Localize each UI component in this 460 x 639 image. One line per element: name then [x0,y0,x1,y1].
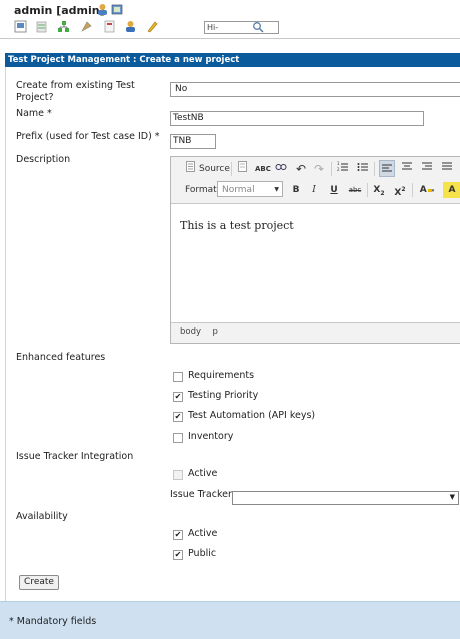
subscript-icon[interactable]: X2 [372,182,386,198]
chevron-down-icon: ▼ [274,186,279,193]
search-input[interactable]: Hi- [204,21,279,34]
toolbar-separator [231,162,232,176]
issue-tracker-active-checkbox[interactable] [173,470,183,480]
redo-icon[interactable]: ↷ [313,161,325,177]
align-right-icon[interactable] [421,161,433,177]
editor-toolbar-row-2: Format Normal ▼ B I U abc X2 X2 A ▾ A [171,180,460,200]
requirements-checkbox[interactable] [173,372,183,382]
editor-element-path: body p [180,327,218,337]
create-from-label: Create from existing Test Project? [16,80,135,103]
italic-icon[interactable]: I [309,182,319,198]
align-center-icon[interactable] [401,161,413,177]
logout-icon[interactable] [111,3,124,16]
format-label: Format [185,185,217,195]
create-button[interactable]: Create [19,575,59,590]
editor-content-text: This is a test project [180,219,294,232]
test-automation-checkbox[interactable]: ✔ [173,412,183,422]
inventory-label: Inventory [188,431,234,442]
text-color-icon[interactable]: A ▾ [417,182,437,198]
name-label: Name * [16,108,52,119]
name-field[interactable]: TestNB [170,111,424,126]
issue-tracker-label: Issue Tracker [170,489,232,500]
users-icon[interactable] [124,20,137,33]
underline-icon[interactable]: U [329,182,339,198]
editor-content-area[interactable]: This is a test project [171,203,460,323]
toolbar-separator [412,183,413,197]
enhanced-features-label: Enhanced features [16,352,106,363]
testing-priority-checkbox[interactable]: ✔ [173,392,183,402]
bulleted-list-icon[interactable] [357,161,369,177]
search-icon[interactable] [252,21,265,34]
issue-tracker-select[interactable]: ▼ [232,491,459,505]
templates-icon[interactable] [237,161,247,177]
format-select-value: Normal [222,185,255,195]
align-justify-icon[interactable] [441,161,453,177]
svg-text:2: 2 [337,167,340,172]
source-icon[interactable] [185,161,195,177]
footer: * Mandatory fields [0,601,460,639]
availability-active-label: Active [188,528,218,539]
availability-active-checkbox[interactable]: ✔ [173,530,183,540]
find-icon[interactable] [275,161,287,177]
chevron-down-icon: ▼ [449,493,455,501]
requirements-label: Requirements [188,370,255,381]
numbered-list-icon[interactable]: 12 [337,161,349,177]
toolbar-separator [367,183,368,197]
description-editor: Source ABC ↶ ↷ 12 Format Normal ▼ B I U … [170,156,460,344]
test-automation-label: Test Automation (API keys) [188,410,316,421]
strikethrough-icon[interactable]: abc [348,182,362,198]
source-button[interactable]: Source [199,161,230,177]
testing-priority-label: Testing Priority [188,390,259,401]
prefix-label: Prefix (used for Test case ID) * [16,131,160,142]
path-body[interactable]: body [180,327,201,337]
mandatory-fields-note: * Mandatory fields [9,616,97,627]
background-color-icon[interactable]: A [443,182,460,198]
availability-label: Availability [16,511,68,522]
prefix-field[interactable]: TNB [170,134,216,149]
svg-text:1: 1 [337,161,340,166]
spellcheck-icon[interactable]: ABC [255,161,271,177]
toolbar-separator [331,162,332,176]
desktop-icon[interactable] [14,20,27,33]
user-profile-icon[interactable] [96,3,109,16]
test-execution-icon[interactable] [103,20,116,33]
bold-icon[interactable]: B [291,182,301,198]
description-label: Description [16,154,71,165]
issue-tracker-integration-label: Issue Tracker Integration [16,451,134,462]
format-select[interactable]: Normal ▼ [217,181,283,197]
user-label: admin [admin] [14,4,105,17]
test-specification-icon[interactable] [57,20,70,33]
issue-tracker-active-label: Active [188,468,218,479]
requirements-icon[interactable] [35,20,48,33]
path-p[interactable]: p [212,327,217,337]
top-header: admin [admin] Hi- [0,0,460,38]
test-plan-icon[interactable] [80,20,93,33]
page-title: Test Project Management : Create a new p… [5,53,460,67]
inventory-checkbox[interactable] [173,433,183,443]
editor-toolbar-row-1: Source ABC ↶ ↷ 12 [171,159,460,179]
toolbar-separator [374,162,375,176]
header-divider [0,38,460,39]
superscript-icon[interactable]: X2 [393,182,407,198]
public-label: Public [188,548,217,559]
create-from-select[interactable]: No [170,82,460,97]
events-icon[interactable] [146,20,159,33]
public-checkbox[interactable]: ✔ [173,550,183,560]
align-left-icon[interactable] [379,160,395,177]
undo-icon[interactable]: ↶ [295,161,307,177]
